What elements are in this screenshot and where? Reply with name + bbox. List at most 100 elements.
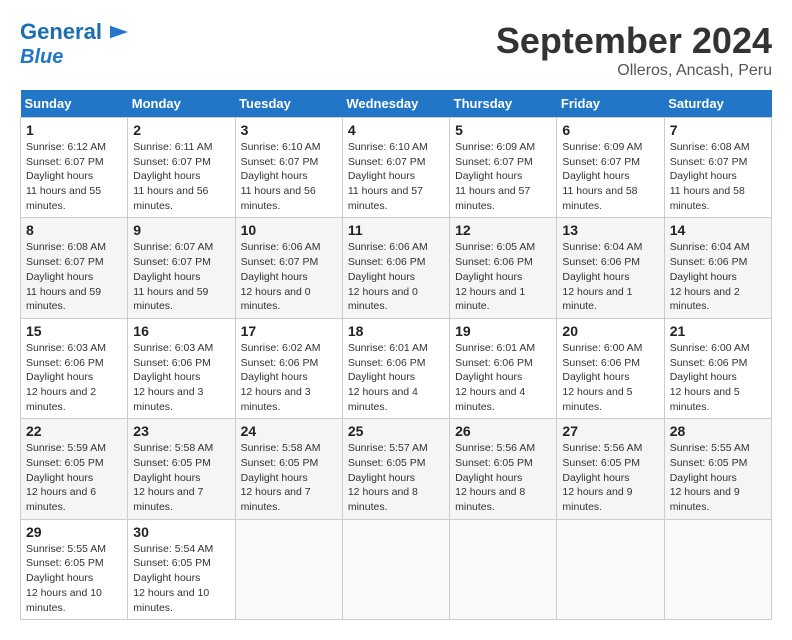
day-info: Sunrise: 6:07 AMSunset: 6:07 PMDaylight … [133, 241, 213, 312]
day-number: 14 [670, 222, 766, 238]
calendar-week-row: 8 Sunrise: 6:08 AMSunset: 6:07 PMDayligh… [21, 218, 772, 318]
header-thursday: Thursday [450, 90, 557, 118]
day-info: Sunrise: 6:03 AMSunset: 6:06 PMDaylight … [26, 342, 106, 413]
day-info: Sunrise: 5:55 AMSunset: 6:05 PMDaylight … [26, 543, 106, 614]
logo-blue-text: Blue [20, 44, 63, 68]
calendar-day-cell: 16 Sunrise: 6:03 AMSunset: 6:06 PMDaylig… [128, 318, 235, 418]
calendar-table: Sunday Monday Tuesday Wednesday Thursday… [20, 90, 772, 620]
day-number: 26 [455, 423, 551, 439]
header-wednesday: Wednesday [342, 90, 449, 118]
logo: General Blue [20, 20, 128, 68]
day-info: Sunrise: 6:10 AMSunset: 6:07 PMDaylight … [348, 141, 428, 212]
day-number: 9 [133, 222, 229, 238]
day-info: Sunrise: 5:56 AMSunset: 6:05 PMDaylight … [562, 442, 642, 513]
day-number: 18 [348, 323, 444, 339]
calendar-day-cell: 1 Sunrise: 6:12 AMSunset: 6:07 PMDayligh… [21, 118, 128, 218]
calendar-day-cell: 30 Sunrise: 5:54 AMSunset: 6:05 PMDaylig… [128, 519, 235, 619]
day-number: 1 [26, 122, 122, 138]
calendar-day-cell: 26 Sunrise: 5:56 AMSunset: 6:05 PMDaylig… [450, 419, 557, 519]
day-number: 20 [562, 323, 658, 339]
day-number: 13 [562, 222, 658, 238]
day-number: 23 [133, 423, 229, 439]
calendar-week-row: 1 Sunrise: 6:12 AMSunset: 6:07 PMDayligh… [21, 118, 772, 218]
day-info: Sunrise: 5:57 AMSunset: 6:05 PMDaylight … [348, 442, 428, 513]
calendar-day-cell [557, 519, 664, 619]
calendar-day-cell: 19 Sunrise: 6:01 AMSunset: 6:06 PMDaylig… [450, 318, 557, 418]
day-info: Sunrise: 6:01 AMSunset: 6:06 PMDaylight … [455, 342, 535, 413]
calendar-week-row: 15 Sunrise: 6:03 AMSunset: 6:06 PMDaylig… [21, 318, 772, 418]
day-number: 6 [562, 122, 658, 138]
day-info: Sunrise: 6:11 AMSunset: 6:07 PMDaylight … [133, 141, 212, 212]
day-info: Sunrise: 6:06 AMSunset: 6:06 PMDaylight … [348, 241, 428, 312]
calendar-day-cell: 17 Sunrise: 6:02 AMSunset: 6:06 PMDaylig… [235, 318, 342, 418]
day-info: Sunrise: 6:01 AMSunset: 6:06 PMDaylight … [348, 342, 428, 413]
day-info: Sunrise: 5:56 AMSunset: 6:05 PMDaylight … [455, 442, 535, 513]
day-info: Sunrise: 5:58 AMSunset: 6:05 PMDaylight … [241, 442, 321, 513]
calendar-day-cell: 4 Sunrise: 6:10 AMSunset: 6:07 PMDayligh… [342, 118, 449, 218]
day-info: Sunrise: 6:10 AMSunset: 6:07 PMDaylight … [241, 141, 321, 212]
calendar-day-cell: 8 Sunrise: 6:08 AMSunset: 6:07 PMDayligh… [21, 218, 128, 318]
calendar-day-cell: 11 Sunrise: 6:06 AMSunset: 6:06 PMDaylig… [342, 218, 449, 318]
logo-text: General [20, 20, 128, 44]
day-number: 16 [133, 323, 229, 339]
day-info: Sunrise: 6:00 AMSunset: 6:06 PMDaylight … [562, 342, 642, 413]
day-info: Sunrise: 6:09 AMSunset: 6:07 PMDaylight … [562, 141, 642, 212]
day-info: Sunrise: 6:04 AMSunset: 6:06 PMDaylight … [670, 241, 750, 312]
calendar-day-cell: 29 Sunrise: 5:55 AMSunset: 6:05 PMDaylig… [21, 519, 128, 619]
calendar-header-row: Sunday Monday Tuesday Wednesday Thursday… [21, 90, 772, 118]
day-number: 24 [241, 423, 337, 439]
calendar-day-cell: 25 Sunrise: 5:57 AMSunset: 6:05 PMDaylig… [342, 419, 449, 519]
location-title: Olleros, Ancash, Peru [496, 62, 772, 80]
calendar-day-cell: 9 Sunrise: 6:07 AMSunset: 6:07 PMDayligh… [128, 218, 235, 318]
day-number: 7 [670, 122, 766, 138]
calendar-day-cell [450, 519, 557, 619]
calendar-day-cell: 2 Sunrise: 6:11 AMSunset: 6:07 PMDayligh… [128, 118, 235, 218]
title-area: September 2024 Olleros, Ancash, Peru [496, 20, 772, 80]
day-info: Sunrise: 5:54 AMSunset: 6:05 PMDaylight … [133, 543, 213, 614]
calendar-day-cell: 21 Sunrise: 6:00 AMSunset: 6:06 PMDaylig… [664, 318, 771, 418]
calendar-day-cell [342, 519, 449, 619]
month-title: September 2024 [496, 20, 772, 62]
calendar-day-cell: 28 Sunrise: 5:55 AMSunset: 6:05 PMDaylig… [664, 419, 771, 519]
calendar-day-cell: 15 Sunrise: 6:03 AMSunset: 6:06 PMDaylig… [21, 318, 128, 418]
day-info: Sunrise: 6:00 AMSunset: 6:06 PMDaylight … [670, 342, 750, 413]
day-info: Sunrise: 6:05 AMSunset: 6:06 PMDaylight … [455, 241, 535, 312]
calendar-day-cell: 13 Sunrise: 6:04 AMSunset: 6:06 PMDaylig… [557, 218, 664, 318]
day-number: 30 [133, 524, 229, 540]
day-info: Sunrise: 6:12 AMSunset: 6:07 PMDaylight … [26, 141, 106, 212]
day-number: 12 [455, 222, 551, 238]
calendar-day-cell: 22 Sunrise: 5:59 AMSunset: 6:05 PMDaylig… [21, 419, 128, 519]
day-info: Sunrise: 5:59 AMSunset: 6:05 PMDaylight … [26, 442, 106, 513]
calendar-day-cell: 10 Sunrise: 6:06 AMSunset: 6:07 PMDaylig… [235, 218, 342, 318]
calendar-day-cell: 20 Sunrise: 6:00 AMSunset: 6:06 PMDaylig… [557, 318, 664, 418]
calendar-week-row: 29 Sunrise: 5:55 AMSunset: 6:05 PMDaylig… [21, 519, 772, 619]
header-friday: Friday [557, 90, 664, 118]
calendar-day-cell: 5 Sunrise: 6:09 AMSunset: 6:07 PMDayligh… [450, 118, 557, 218]
header-saturday: Saturday [664, 90, 771, 118]
calendar-day-cell: 14 Sunrise: 6:04 AMSunset: 6:06 PMDaylig… [664, 218, 771, 318]
day-info: Sunrise: 6:03 AMSunset: 6:06 PMDaylight … [133, 342, 213, 413]
day-info: Sunrise: 6:08 AMSunset: 6:07 PMDaylight … [26, 241, 106, 312]
calendar-day-cell: 6 Sunrise: 6:09 AMSunset: 6:07 PMDayligh… [557, 118, 664, 218]
day-info: Sunrise: 6:09 AMSunset: 6:07 PMDaylight … [455, 141, 535, 212]
day-number: 4 [348, 122, 444, 138]
day-number: 3 [241, 122, 337, 138]
day-number: 25 [348, 423, 444, 439]
day-info: Sunrise: 6:04 AMSunset: 6:06 PMDaylight … [562, 241, 642, 312]
calendar-day-cell [664, 519, 771, 619]
header-sunday: Sunday [21, 90, 128, 118]
day-info: Sunrise: 6:02 AMSunset: 6:06 PMDaylight … [241, 342, 321, 413]
calendar-body: 1 Sunrise: 6:12 AMSunset: 6:07 PMDayligh… [21, 118, 772, 620]
header-monday: Monday [128, 90, 235, 118]
day-number: 21 [670, 323, 766, 339]
day-number: 10 [241, 222, 337, 238]
day-info: Sunrise: 5:58 AMSunset: 6:05 PMDaylight … [133, 442, 213, 513]
day-info: Sunrise: 6:08 AMSunset: 6:07 PMDaylight … [670, 141, 750, 212]
day-number: 17 [241, 323, 337, 339]
calendar-week-row: 22 Sunrise: 5:59 AMSunset: 6:05 PMDaylig… [21, 419, 772, 519]
day-number: 2 [133, 122, 229, 138]
day-info: Sunrise: 6:06 AMSunset: 6:07 PMDaylight … [241, 241, 321, 312]
calendar-day-cell [235, 519, 342, 619]
day-number: 19 [455, 323, 551, 339]
day-number: 11 [348, 222, 444, 238]
